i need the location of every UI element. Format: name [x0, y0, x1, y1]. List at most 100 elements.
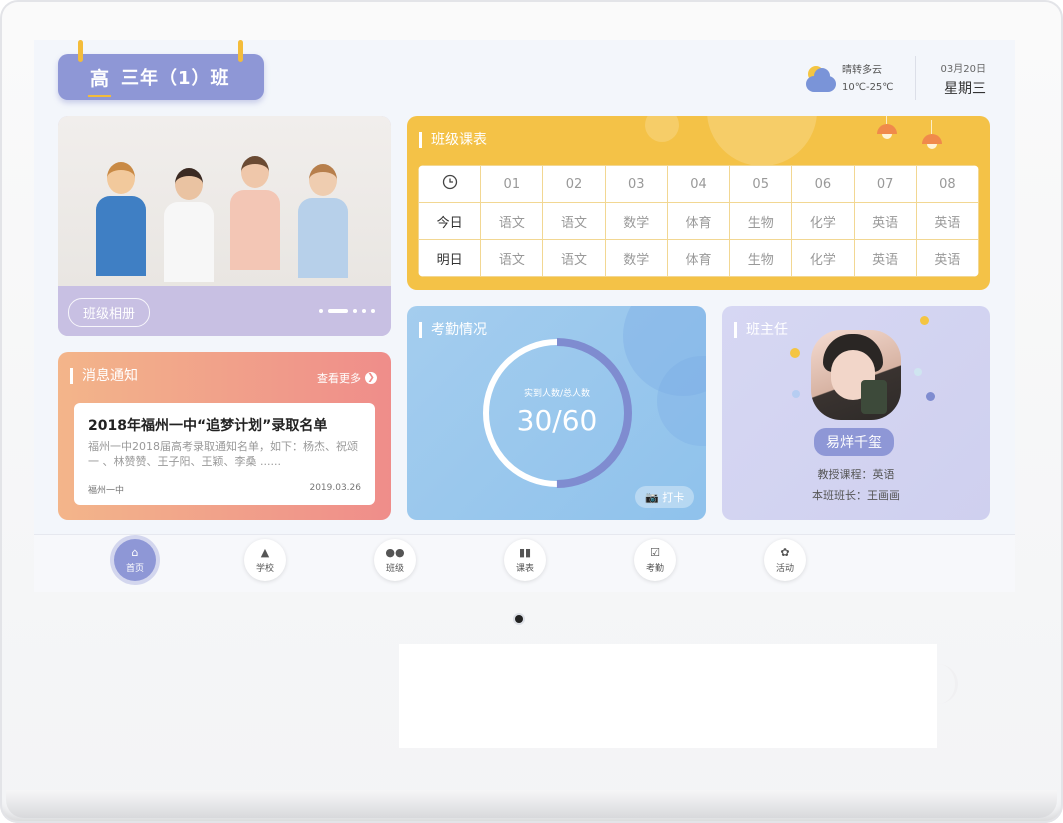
- card-reader-panel: [399, 644, 937, 748]
- subject-cell: 语文: [542, 239, 606, 277]
- class-plate: 高 三年（1）班: [58, 40, 264, 100]
- carousel-indicator[interactable]: [319, 309, 375, 313]
- decor-dot: [792, 390, 800, 398]
- book-icon: ▮▮: [518, 546, 532, 559]
- view-more-link[interactable]: 查看更多 ❯: [317, 370, 377, 386]
- schedule-title: 班级课表: [419, 132, 487, 148]
- period-cell: 07: [853, 165, 917, 203]
- period-cell: 05: [729, 165, 793, 203]
- subject-cell: 语文: [480, 202, 544, 240]
- decor-dot: [926, 392, 935, 401]
- date-day: 03月20日: [940, 64, 986, 75]
- schedule-row-today: 今日 语文 语文 数学 体育 生物 化学 英语 英语: [418, 202, 979, 240]
- teacher-name: 易烊千玺: [814, 428, 894, 456]
- notice-item[interactable]: 2018年福州一中“追梦计划”录取名单 福州一中2018届高考录取通知名单，如下…: [74, 403, 375, 505]
- subject-cell: 体育: [666, 239, 731, 277]
- decor-bubble: [707, 116, 817, 166]
- teacher-course: 教授课程：英语: [817, 468, 895, 481]
- child-figure: [96, 162, 146, 286]
- weather-widget: 晴转多云 10℃-25℃: [804, 62, 894, 96]
- camera-icon: 📷: [645, 491, 659, 504]
- carousel-dot-active[interactable]: [328, 309, 348, 313]
- nav-item-home[interactable]: ⌂ 首页: [114, 539, 156, 581]
- period-cell: 03: [604, 165, 668, 203]
- schedule-table: 01 02 03 04 05 06 07 08 今日 语文 语文 数学 体育 生…: [418, 165, 979, 277]
- school-icon: ▲: [260, 546, 270, 559]
- nav-item-schedule[interactable]: ▮▮ 课表: [504, 539, 546, 581]
- nav-label: 班级: [385, 564, 404, 574]
- partly-cloudy-icon: [804, 64, 838, 94]
- home-icon: ⌂: [131, 546, 139, 559]
- subject-cell: 语文: [542, 202, 606, 240]
- nav-label: 课表: [515, 564, 534, 574]
- carousel-dot[interactable]: [353, 309, 357, 313]
- decor-dot: [790, 348, 800, 358]
- subject-cell: 语文: [480, 239, 544, 277]
- decor-dot: [920, 316, 929, 325]
- schedule-card: 班级课表 01 02 03 04 05 06 07 08 今日 语文 语文 数学: [407, 116, 990, 290]
- notice-title: 消息通知: [70, 368, 138, 384]
- class-album-card[interactable]: 班级相册: [58, 116, 391, 336]
- period-cell: 04: [666, 165, 731, 203]
- subject-cell: 生物: [729, 202, 793, 240]
- weather-temperature: 10℃-25℃: [842, 82, 894, 93]
- teacher-title: 班主任: [734, 322, 788, 338]
- activity-icon: ✿: [780, 546, 790, 559]
- class-name: 三年（1）班: [121, 68, 230, 89]
- hanger-hook: [78, 40, 83, 62]
- calendar-check-icon: ☑: [650, 546, 660, 559]
- class-photo: [58, 116, 391, 286]
- nav-label: 活动: [775, 564, 794, 574]
- hanger-hook: [238, 40, 243, 62]
- row-label: 明日: [418, 239, 482, 277]
- child-figure: [164, 168, 214, 286]
- grade-label: 高: [87, 64, 112, 97]
- subject-cell: 英语: [853, 202, 917, 240]
- notice-date: 2019.03.26: [309, 483, 361, 493]
- carousel-dot[interactable]: [319, 309, 323, 313]
- date-widget: 03月20日 星期三: [934, 60, 986, 98]
- period-cell: 08: [915, 165, 979, 203]
- front-camera: [515, 615, 523, 623]
- bottom-nav: ⌂ 首页 ▲ 学校 ●● 班级 ▮▮ 课表 ☑ 考勤 ✿ 活动: [34, 534, 1015, 592]
- nav-item-class[interactable]: ●● 班级: [374, 539, 416, 581]
- attendance-title: 考勤情况: [419, 322, 487, 338]
- class-icon: ●●: [385, 546, 405, 559]
- device-bottom-edge: [6, 790, 1057, 818]
- row-label: 今日: [418, 202, 482, 240]
- schedule-header-row: 01 02 03 04 05 06 07 08: [418, 165, 979, 203]
- decor-dot: [914, 368, 922, 376]
- divider: [915, 56, 916, 100]
- chevron-right-icon: ❯: [365, 372, 377, 384]
- class-album-button[interactable]: 班级相册: [68, 298, 151, 327]
- notice-body: 福州一中2018届高考录取通知名单，如下：杨杰、祝颂一 、林赞赞、王子阳、王颖、…: [88, 440, 358, 468]
- period-cell: 02: [542, 165, 606, 203]
- carousel-dot[interactable]: [371, 309, 375, 313]
- decor-bubble: [645, 116, 679, 142]
- carousel-dot[interactable]: [362, 309, 366, 313]
- attendance-card: 考勤情况 实到人数/总人数 30/60 📷 打卡: [407, 306, 706, 520]
- punch-in-button[interactable]: 📷 打卡: [635, 486, 695, 508]
- screen: 高 三年（1）班 晴转多云 10℃-25℃ 03月20日 星期三 班级相册 班级…: [34, 40, 1015, 592]
- child-figure: [298, 164, 348, 286]
- subject-cell: 英语: [853, 239, 917, 277]
- nav-label: 学校: [255, 564, 274, 574]
- subject-cell: 数学: [604, 239, 668, 277]
- avatar: [811, 330, 901, 420]
- subject-cell: 体育: [666, 202, 731, 240]
- subject-cell: 化学: [791, 202, 855, 240]
- nav-item-school[interactable]: ▲ 学校: [244, 539, 286, 581]
- period-cell: 06: [791, 165, 855, 203]
- view-more-label: 查看更多: [317, 372, 361, 385]
- nav-item-activity[interactable]: ✿ 活动: [764, 539, 806, 581]
- notice-source: 福州一中: [88, 486, 125, 496]
- subject-cell: 英语: [915, 202, 979, 240]
- subject-cell: 英语: [915, 239, 979, 277]
- nav-label: 首页: [125, 564, 144, 574]
- nav-item-attendance[interactable]: ☑ 考勤: [634, 539, 676, 581]
- attendance-caption: 实到人数/总人数: [523, 389, 591, 399]
- subject-cell: 数学: [604, 202, 668, 240]
- lamp-icon: [877, 116, 897, 144]
- subject-cell: 化学: [791, 239, 855, 277]
- class-monitor: 本班班长：王画画: [812, 489, 900, 502]
